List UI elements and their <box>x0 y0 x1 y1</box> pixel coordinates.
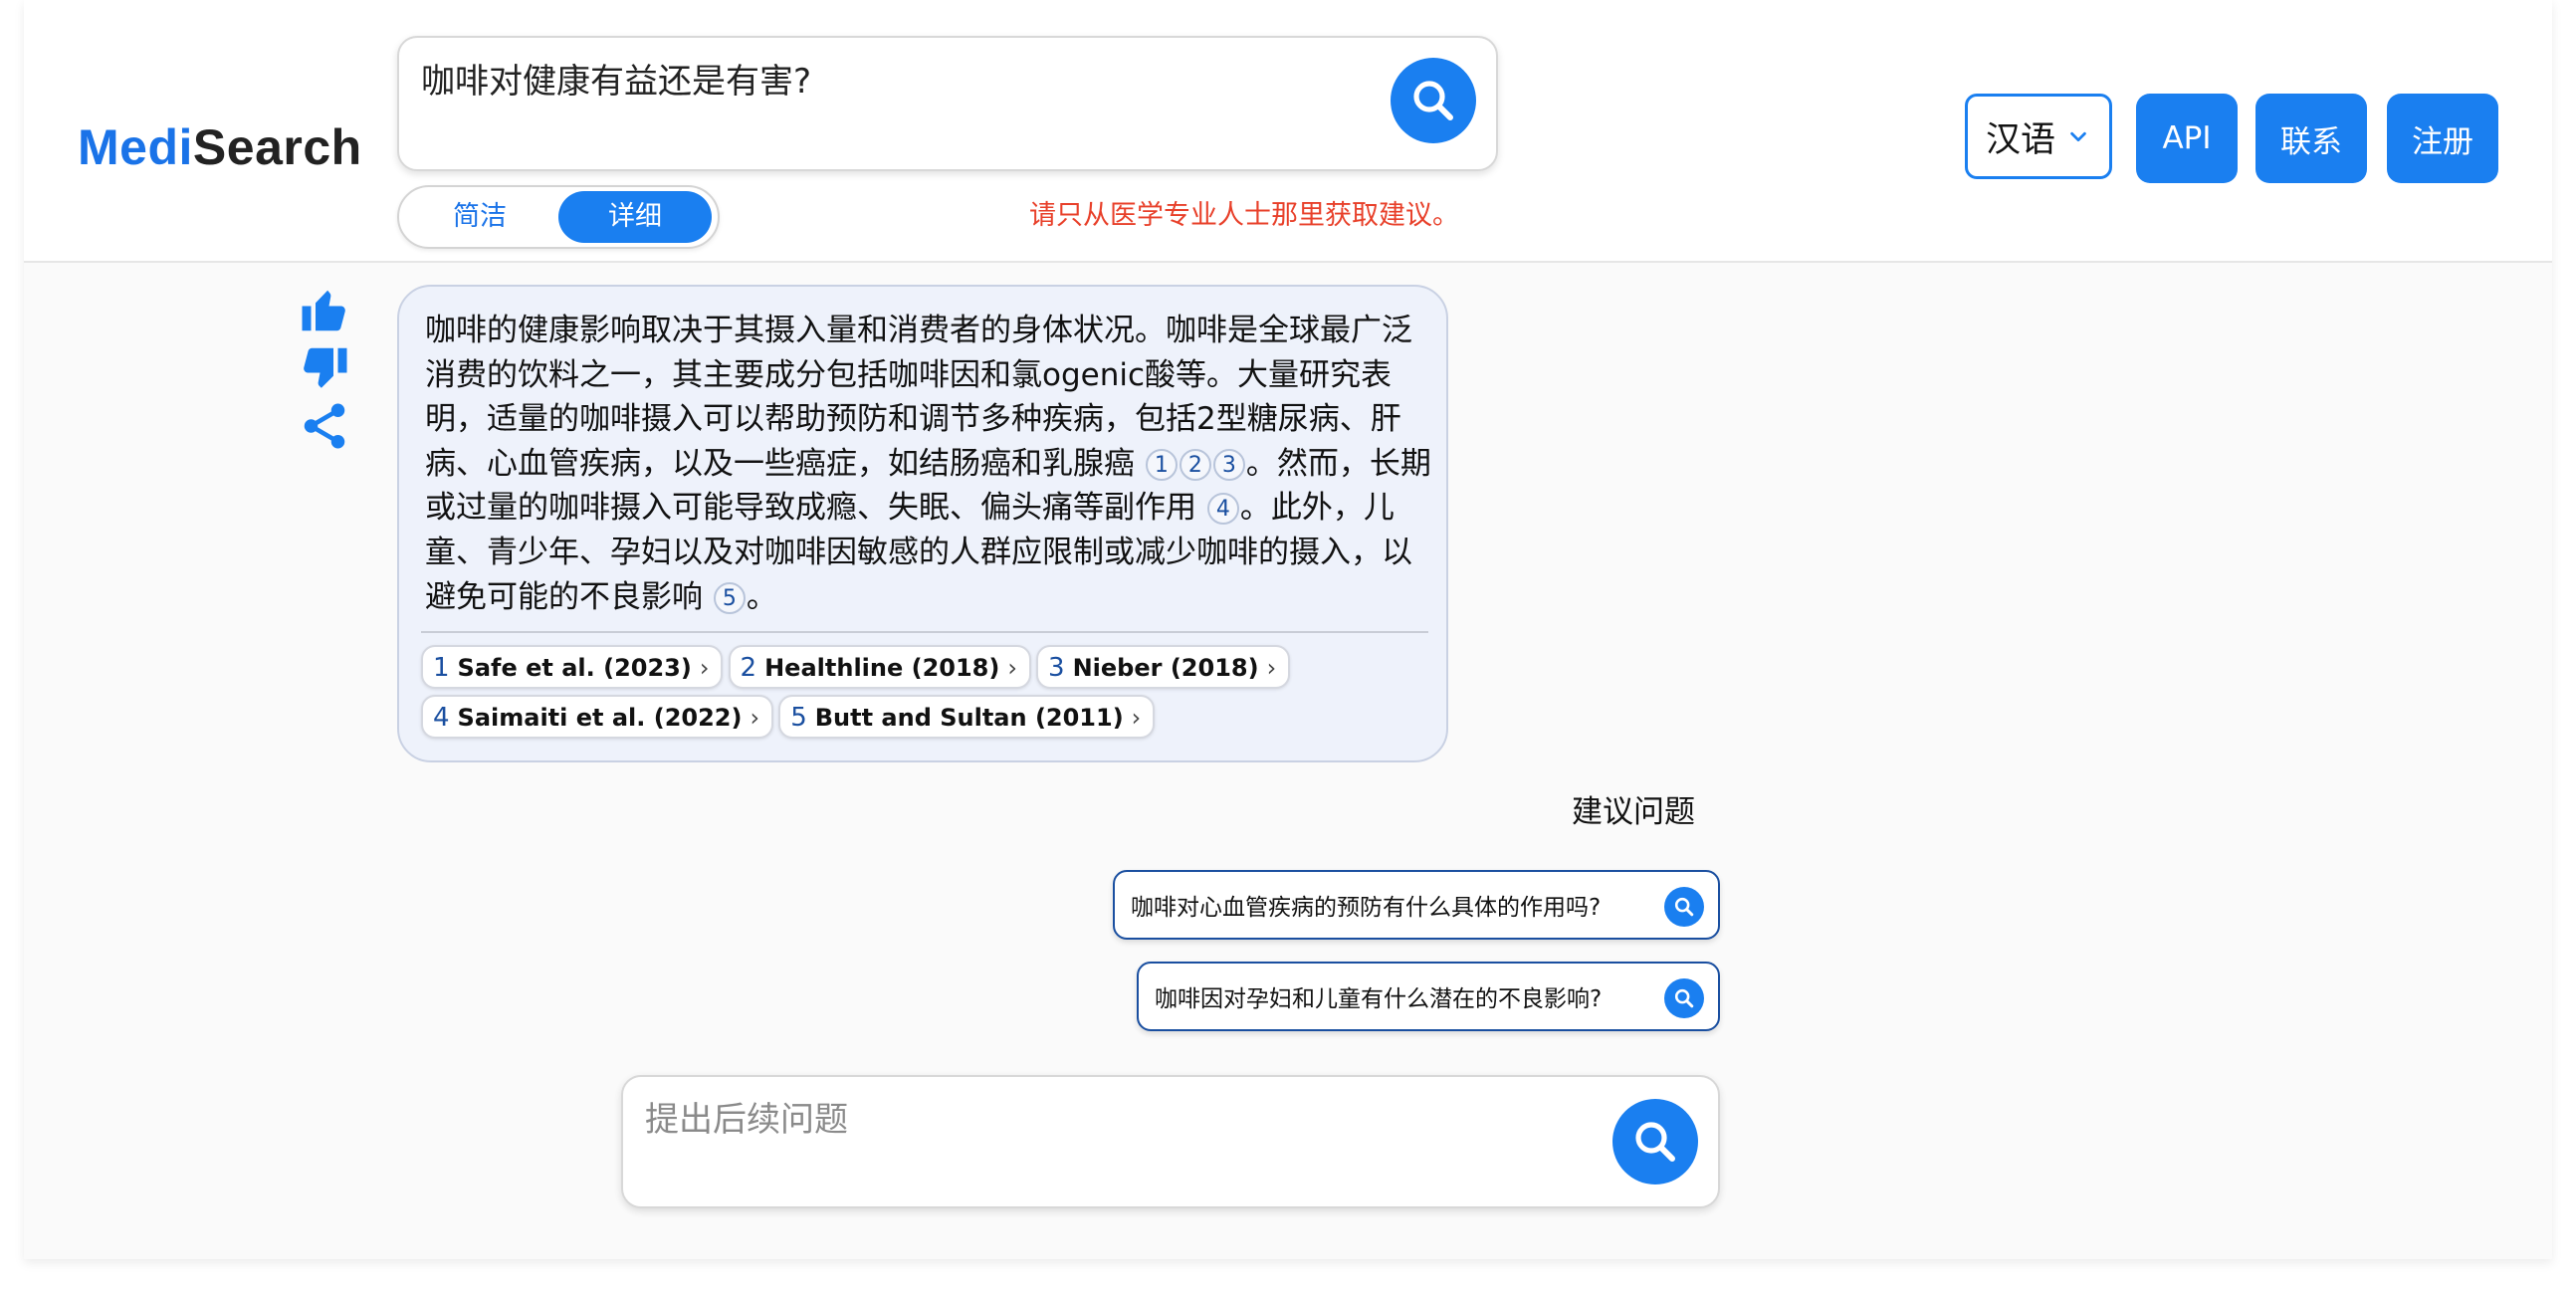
suggestion-search-button[interactable] <box>1664 978 1704 1018</box>
source-label: Healthline (2018) <box>764 654 1000 682</box>
header: MediSearch 咖啡对健康有益还是有害? 简洁 详细 请只从医学专业人士那… <box>24 0 2552 263</box>
source-number: 2 <box>740 653 757 683</box>
suggested-question-text: 咖啡对心血管疾病的预防有什么具体的作用吗? <box>1131 895 1602 921</box>
source-number: 4 <box>433 703 450 733</box>
followup-box <box>621 1075 1720 1208</box>
share-icon[interactable] <box>298 399 351 453</box>
citation-5[interactable]: 5 <box>713 581 746 614</box>
app-window: MediSearch 咖啡对健康有益还是有害? 简洁 详细 请只从医学专业人士那… <box>24 0 2552 1259</box>
source-number: 5 <box>790 703 807 733</box>
chevron-right-icon: › <box>750 704 760 732</box>
source-4[interactable]: 4 Saimaiti et al. (2022) › <box>421 695 774 739</box>
language-select[interactable]: 汉语 <box>1965 94 2112 179</box>
thumbs-up-icon[interactable] <box>298 284 351 337</box>
source-number: 1 <box>433 653 450 683</box>
mode-concise[interactable]: 简洁 <box>403 191 556 243</box>
language-value: 汉语 <box>1986 119 2056 160</box>
contact-button[interactable]: 联系 <box>2255 94 2367 183</box>
suggested-question-2[interactable]: 咖啡因对孕妇和儿童有什么潜在的不良影响? <box>1137 962 1720 1031</box>
search-icon <box>1674 988 1694 1008</box>
search-icon <box>1674 897 1694 917</box>
search-query[interactable]: 咖啡对健康有益还是有害? <box>421 60 811 104</box>
followup-input[interactable] <box>643 1095 1543 1145</box>
medical-disclaimer: 请只从医学专业人士那里获取建议。 <box>1029 200 1459 231</box>
answer-card: 咖啡的健康影响取决于其摄入量和消费者的身体状况。咖啡是全球最广泛消费的饮料之一，… <box>397 285 1448 762</box>
mode-detailed[interactable]: 详细 <box>558 191 712 243</box>
suggestion-search-button[interactable] <box>1664 887 1704 927</box>
suggested-questions-title: 建议问题 <box>1572 794 1695 830</box>
suggested-question-1[interactable]: 咖啡对心血管疾病的预防有什么具体的作用吗? <box>1113 870 1720 940</box>
chevron-right-icon: › <box>699 654 710 682</box>
citation-1[interactable]: 1 <box>1145 448 1178 481</box>
search-box[interactable]: 咖啡对健康有益还是有害? <box>397 36 1498 171</box>
answer-part-4: 。 <box>746 578 777 615</box>
search-button[interactable] <box>1391 58 1476 143</box>
search-icon <box>1413 81 1453 120</box>
feedback-actions <box>298 284 357 457</box>
register-button[interactable]: 注册 <box>2387 94 2498 183</box>
source-number: 3 <box>1048 653 1065 683</box>
answer-text: 咖啡的健康影响取决于其摄入量和消费者的身体状况。咖啡是全球最广泛消费的饮料之一，… <box>425 309 1435 619</box>
source-1[interactable]: 1 Safe et al. (2023) › <box>421 645 724 689</box>
source-list: 1 Safe et al. (2023) › 2 Healthline (2018) ›… <box>421 645 1436 745</box>
chevron-right-icon: › <box>1266 654 1277 682</box>
chevron-right-icon: › <box>1131 704 1142 732</box>
search-icon <box>1635 1122 1675 1162</box>
answer-divider <box>421 631 1428 633</box>
source-label: Nieber (2018) <box>1072 654 1259 682</box>
source-5[interactable]: 5 Butt and Sultan (2011) › <box>778 695 1156 739</box>
logo-search: Search <box>192 119 362 175</box>
logo[interactable]: MediSearch <box>78 117 362 177</box>
source-label: Butt and Sultan (2011) <box>814 704 1124 732</box>
citation-4[interactable]: 4 <box>1206 493 1239 526</box>
citation-2[interactable]: 2 <box>1179 448 1211 481</box>
source-label: Saimaiti et al. (2022) <box>457 704 743 732</box>
chevron-right-icon: › <box>1007 654 1017 682</box>
answer-mode-toggle: 简洁 详细 <box>397 185 720 249</box>
thumbs-down-icon[interactable] <box>298 341 351 395</box>
source-2[interactable]: 2 Healthline (2018) › <box>728 645 1031 689</box>
source-label: Safe et al. (2023) <box>457 654 692 682</box>
api-button[interactable]: API <box>2136 94 2238 183</box>
chevron-down-icon <box>2070 131 2086 142</box>
followup-search-button[interactable] <box>1612 1099 1698 1184</box>
suggested-question-text: 咖啡因对孕妇和儿童有什么潜在的不良影响? <box>1155 986 1603 1012</box>
logo-medi: Medi <box>78 119 193 175</box>
source-3[interactable]: 3 Nieber (2018) › <box>1036 645 1291 689</box>
citation-3[interactable]: 3 <box>1212 448 1245 481</box>
